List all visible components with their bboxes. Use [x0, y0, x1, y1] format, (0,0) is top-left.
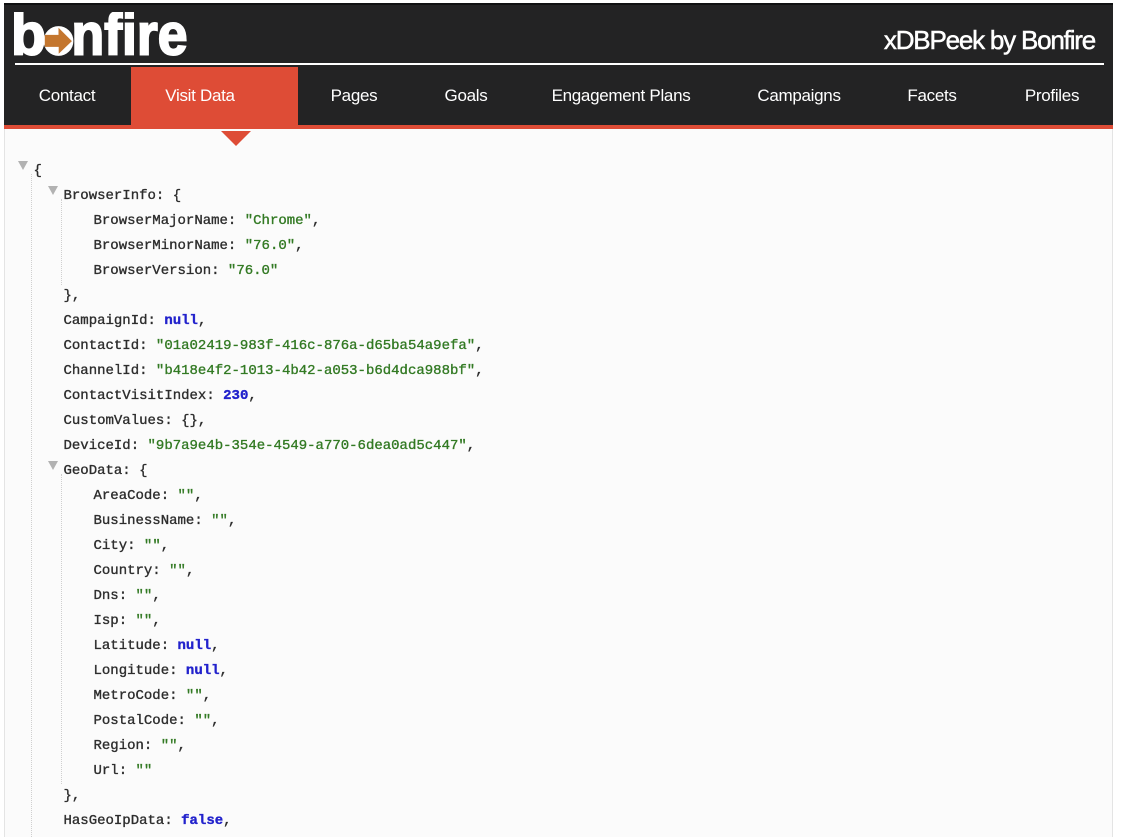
- svg-text:b: b: [14, 12, 46, 68]
- svg-text:nfire: nfire: [72, 12, 188, 68]
